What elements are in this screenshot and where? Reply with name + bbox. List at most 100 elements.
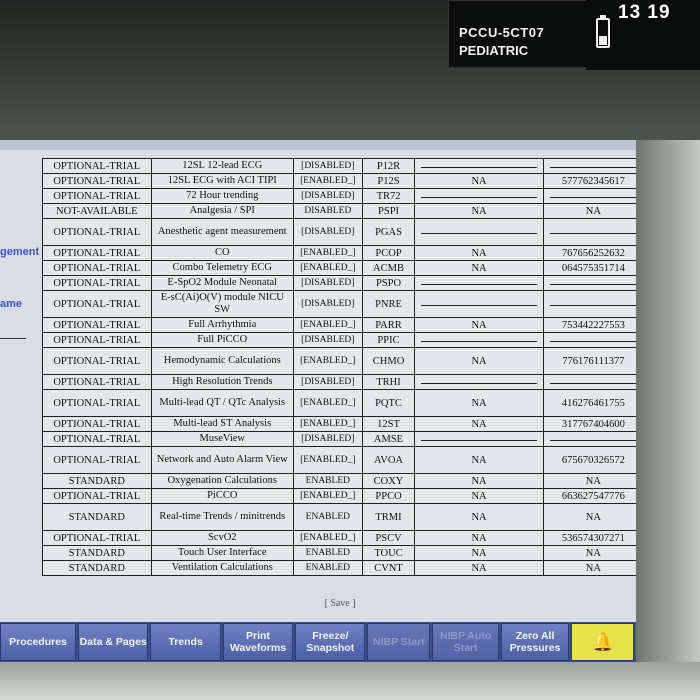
alarm-silence-button[interactable]: 🔔 xyxy=(571,623,635,661)
feature-name-cell: Network and Auto Alarm View xyxy=(150,446,294,474)
license-key-cell: 675670326572 xyxy=(542,446,644,474)
option-status-cell: OPTIONAL-TRIAL xyxy=(42,431,152,447)
feature-name-cell: Multi-lead ST Analysis xyxy=(150,416,294,432)
feature-name-cell: 12SL ECG with ACI TIPI xyxy=(150,173,294,189)
option-code-cell: PCOP xyxy=(361,245,416,261)
toolbar-button[interactable]: Trends xyxy=(150,623,221,661)
license-key-cell: 767656252632 xyxy=(542,245,644,261)
option-status-cell: OPTIONAL-TRIAL xyxy=(42,389,152,417)
expiry-cell xyxy=(414,374,544,390)
feature-name-cell: Hemodynamic Calculations xyxy=(150,347,294,375)
option-code-cell: ACMB xyxy=(361,260,416,276)
table-row[interactable]: STANDARD Ventilation Calculations ENABLED C… xyxy=(42,560,644,576)
table-row[interactable]: OPTIONAL-TRIAL 12SL 12-lead ECG [DISABLED]… xyxy=(42,158,644,174)
option-status-cell: OPTIONAL-TRIAL xyxy=(42,245,152,261)
table-row[interactable]: OPTIONAL-TRIAL Hemodynamic Calculations [E… xyxy=(42,347,644,375)
table-row[interactable]: OPTIONAL-TRIAL Combo Telemetry ECG [ENABLE… xyxy=(42,260,644,276)
enabled-state-cell: [ENABLED_] xyxy=(292,347,363,375)
license-key-cell: 064575351714 xyxy=(542,260,644,276)
feature-name-cell: Full PiCCO xyxy=(150,332,294,348)
toolbar-button[interactable]: Print Waveforms xyxy=(222,623,294,661)
table-row[interactable]: OPTIONAL-TRIAL E-SpO2 Module Neonatal [DIS… xyxy=(42,275,644,291)
enabled-state-cell: [ENABLED_] xyxy=(292,446,363,474)
feature-name-cell: E-SpO2 Module Neonatal xyxy=(150,275,294,291)
enabled-state-cell: [ENABLED_] xyxy=(292,416,363,432)
option-code-cell: PSCV xyxy=(361,530,416,546)
save-button[interactable]: [ Save ] xyxy=(300,598,380,609)
option-status-cell: OPTIONAL-TRIAL xyxy=(42,488,152,504)
option-code-cell: PSPI xyxy=(361,203,416,219)
expiry-cell: NA xyxy=(414,473,544,489)
feature-name-cell: Combo Telemetry ECG xyxy=(150,260,294,276)
left-panel: gement ame xyxy=(0,150,42,625)
table-row[interactable]: OPTIONAL-TRIAL 72 Hour trending [DISABLED]… xyxy=(42,188,644,204)
table-row[interactable]: OPTIONAL-TRIAL E-sC(Ai)O(V) module NICU S… xyxy=(42,290,644,318)
option-code-cell: COXY xyxy=(361,473,416,489)
expiry-cell xyxy=(414,290,544,318)
license-key-cell: NA xyxy=(542,203,644,219)
table-row[interactable]: NOT-AVAILABLE Analgesia / SPI DISABLED PSPI… xyxy=(42,203,644,219)
feature-name-cell: Ventilation Calculations xyxy=(150,560,294,576)
option-code-cell: TR72 xyxy=(361,188,416,204)
enabled-state-cell: DISABLED xyxy=(292,203,363,219)
option-status-cell: OPTIONAL-TRIAL xyxy=(42,530,152,546)
expiry-cell xyxy=(414,218,544,246)
license-key-cell xyxy=(542,431,644,447)
license-key-cell xyxy=(542,374,644,390)
toolbar-button[interactable]: Zero All Pressures xyxy=(500,623,570,661)
option-status-cell: OPTIONAL-TRIAL xyxy=(42,188,152,204)
license-key-cell: NA xyxy=(542,503,644,531)
license-key-cell: NA xyxy=(542,473,644,489)
expiry-cell: NA xyxy=(414,203,544,219)
table-row[interactable]: OPTIONAL-TRIAL Multi-lead QT / QTc Analys… xyxy=(42,389,644,417)
table-row[interactable]: OPTIONAL-TRIAL ScvO2 [ENABLED_] PSCV NA 53657… xyxy=(42,530,644,546)
enabled-state-cell: [ENABLED_] xyxy=(292,260,363,276)
table-row[interactable]: STANDARD Oxygenation Calculations ENABLED C… xyxy=(42,473,644,489)
table-row[interactable]: OPTIONAL-TRIAL Full Arrhythmia [ENABLED_] P… xyxy=(42,317,644,333)
side-menu-item-2[interactable]: ame xyxy=(0,298,22,310)
feature-name-cell: CO xyxy=(150,245,294,261)
feature-name-cell: Real-time Trends / minitrends xyxy=(150,503,294,531)
divider xyxy=(0,338,26,339)
option-code-cell: PQTC xyxy=(361,389,416,417)
table-row[interactable]: STANDARD Touch User Interface ENABLED TOUC N… xyxy=(42,545,644,561)
table-row[interactable]: OPTIONAL-TRIAL MuseView [DISABLED] AMSE xyxy=(42,431,644,447)
table-row[interactable]: OPTIONAL-TRIAL Anesthetic agent measureme… xyxy=(42,218,644,246)
expiry-cell: NA xyxy=(414,446,544,474)
option-code-cell: AMSE xyxy=(361,431,416,447)
unit-label: PCCU-5CT07 xyxy=(459,25,545,40)
toolbar-button[interactable]: NIBP Start xyxy=(367,623,431,661)
expiry-cell xyxy=(414,188,544,204)
screen-header-strip xyxy=(0,140,680,150)
license-key-cell: 663627547776 xyxy=(542,488,644,504)
license-key-cell: NA xyxy=(542,545,644,561)
enabled-state-cell: [DISABLED] xyxy=(292,188,363,204)
option-status-cell: OPTIONAL-TRIAL xyxy=(42,173,152,189)
feature-name-cell: 12SL 12-lead ECG xyxy=(150,158,294,174)
feature-name-cell: E-sC(Ai)O(V) module NICU SW xyxy=(150,290,294,318)
toolbar-button[interactable]: Freeze/ Snapshot xyxy=(295,623,366,661)
table-row[interactable]: OPTIONAL-TRIAL Network and Auto Alarm Vie… xyxy=(42,446,644,474)
table-row[interactable]: OPTIONAL-TRIAL Full PiCCO [DISABLED] PPIC xyxy=(42,332,644,348)
table-row[interactable]: OPTIONAL-TRIAL High Resolution Trends [DIS… xyxy=(42,374,644,390)
table-row[interactable]: STANDARD Real-time Trends / minitrends ENA… xyxy=(42,503,644,531)
option-status-cell: OPTIONAL-TRIAL xyxy=(42,218,152,246)
license-key-cell: 317767404600 xyxy=(542,416,644,432)
toolbar-button[interactable]: Procedures xyxy=(0,623,77,661)
enabled-state-cell: [ENABLED_] xyxy=(292,530,363,546)
software-options-table: OPTIONAL-TRIAL 12SL 12-lead ECG [DISABLED]… xyxy=(42,158,644,588)
table-row[interactable]: OPTIONAL-TRIAL PiCCO [ENABLED_] PPCO NA 66362… xyxy=(42,488,644,504)
table-row[interactable]: OPTIONAL-TRIAL CO [ENABLED_] PCOP NA 76765625… xyxy=(42,245,644,261)
option-code-cell: PPCO xyxy=(361,488,416,504)
enabled-state-cell: [DISABLED] xyxy=(292,158,363,174)
option-code-cell: TOUC xyxy=(361,545,416,561)
option-status-cell: STANDARD xyxy=(42,503,152,531)
enabled-state-cell: ENABLED xyxy=(292,560,363,576)
table-row[interactable]: OPTIONAL-TRIAL Multi-lead ST Analysis [ENA… xyxy=(42,416,644,432)
license-key-cell: 776176111377 xyxy=(542,347,644,375)
toolbar-button[interactable]: Data & Pages xyxy=(78,623,149,661)
toolbar-button[interactable]: NIBP Auto Start xyxy=(432,623,499,661)
table-row[interactable]: OPTIONAL-TRIAL 12SL ECG with ACI TIPI [ENA… xyxy=(42,173,644,189)
expiry-cell: NA xyxy=(414,389,544,417)
side-menu-item-1[interactable]: gement xyxy=(0,246,39,258)
